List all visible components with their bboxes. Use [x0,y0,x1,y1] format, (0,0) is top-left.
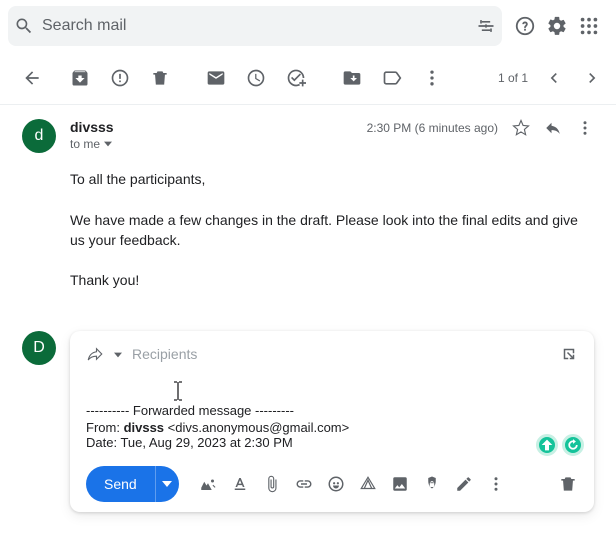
more-icon[interactable] [412,58,452,98]
star-icon[interactable] [512,119,530,137]
fwd-separator: ---------- Forwarded message --------- [86,403,578,418]
archive-icon[interactable] [60,58,100,98]
mail-body: To all the participants, We have made a … [70,169,594,291]
message-more-icon[interactable] [576,119,594,137]
sender-avatar[interactable]: d [22,119,56,153]
forward-arrow-icon[interactable] [86,345,104,363]
mail-message: d divsss to me 2:30 PM (6 minutes ago) [0,105,616,291]
reply-icon[interactable] [544,119,562,137]
app-header [0,0,616,52]
signature-icon[interactable] [449,469,479,499]
format-sign-icon[interactable] [193,469,223,499]
send-label: Send [86,476,155,492]
discard-icon[interactable] [558,474,578,494]
delete-icon[interactable] [140,58,180,98]
mail-toolbar: 1 of 1 [0,52,616,105]
attach-icon[interactable] [257,469,287,499]
recipients-field[interactable]: Recipients [132,346,197,362]
emoji-icon[interactable] [321,469,351,499]
image-icon[interactable] [385,469,415,499]
recipient-dropdown[interactable]: to me [70,137,367,151]
next-icon[interactable] [580,66,604,90]
search-box[interactable] [8,6,502,46]
link-icon[interactable] [289,469,319,499]
spam-icon[interactable] [100,58,140,98]
page-count: 1 of 1 [498,71,528,85]
popout-icon[interactable] [560,345,578,363]
compose-area: D Recipients ---------- Forwarded messag… [22,331,594,512]
sender-name[interactable]: divsss [70,119,367,135]
fwd-date-line: Date: Tue, Aug 29, 2023 at 2:30 PM [86,435,578,450]
compose-body[interactable]: ---------- Forwarded message --------- F… [86,403,578,450]
reply-type-dropdown-icon[interactable] [114,346,122,362]
mark-unread-icon[interactable] [196,58,236,98]
confidential-icon[interactable] [417,469,447,499]
fwd-from-line: From: divsss <divs.anonymous@gmail.com> [86,420,578,435]
mail-timestamp: 2:30 PM (6 minutes ago) [367,121,498,135]
compose-more-icon[interactable] [481,469,511,499]
format-text-icon[interactable] [225,469,255,499]
prev-icon[interactable] [542,66,566,90]
snooze-icon[interactable] [236,58,276,98]
add-task-icon[interactable] [276,58,316,98]
labels-icon[interactable] [372,58,412,98]
text-cursor-icon [172,381,184,401]
move-to-icon[interactable] [332,58,372,98]
search-icon [14,16,34,36]
apps-icon[interactable] [578,15,600,37]
grammarly-logo-icon [562,434,584,456]
filters-icon[interactable] [476,16,496,36]
settings-icon[interactable] [546,15,568,37]
help-icon[interactable] [514,15,536,37]
dropdown-icon [104,137,112,151]
grammarly-badge-icon [536,434,558,456]
header-actions [514,15,600,37]
compose-box: Recipients ---------- Forwarded message … [70,331,594,512]
search-input[interactable] [42,17,468,35]
grammarly-widget[interactable] [536,434,584,456]
recipient-label: to me [70,137,100,151]
user-avatar[interactable]: D [22,331,56,365]
compose-toolbar: Send [86,466,578,502]
back-icon[interactable] [12,58,52,98]
send-options-dropdown[interactable] [155,466,179,502]
drive-icon[interactable] [353,469,383,499]
send-button[interactable]: Send [86,466,179,502]
